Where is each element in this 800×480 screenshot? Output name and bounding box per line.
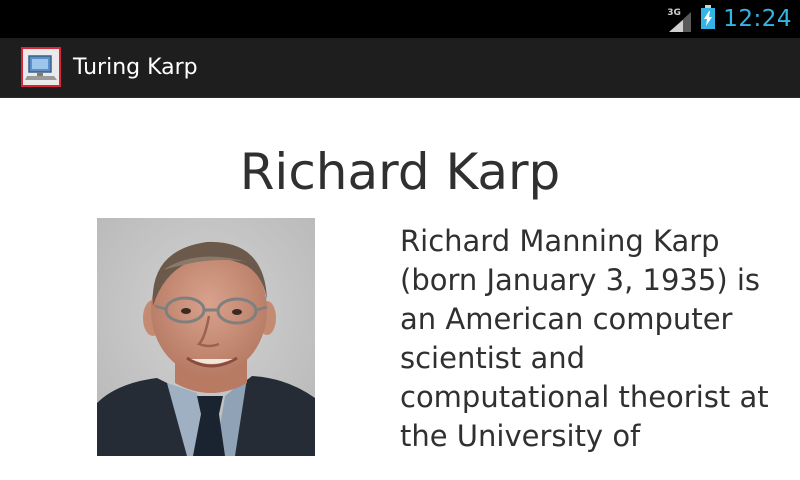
action-bar: Turing Karp <box>0 38 800 98</box>
status-icons: 3G 12:24 <box>665 0 792 38</box>
status-clock: 12:24 <box>723 6 792 32</box>
portrait-photo <box>97 218 315 456</box>
content-area: Richard Karp Richard Manning Karp (born … <box>0 98 800 480</box>
biography-text: Richard Manning Karp (born January 3, 19… <box>400 224 769 453</box>
status-bar: 3G 12:24 <box>0 0 800 38</box>
signal-icon: 3G <box>665 4 693 34</box>
app-icon[interactable] <box>21 47 61 87</box>
person-name-heading: Richard Karp <box>239 143 561 201</box>
battery-charging-icon <box>701 5 716 33</box>
app-title: Turing Karp <box>73 55 198 80</box>
